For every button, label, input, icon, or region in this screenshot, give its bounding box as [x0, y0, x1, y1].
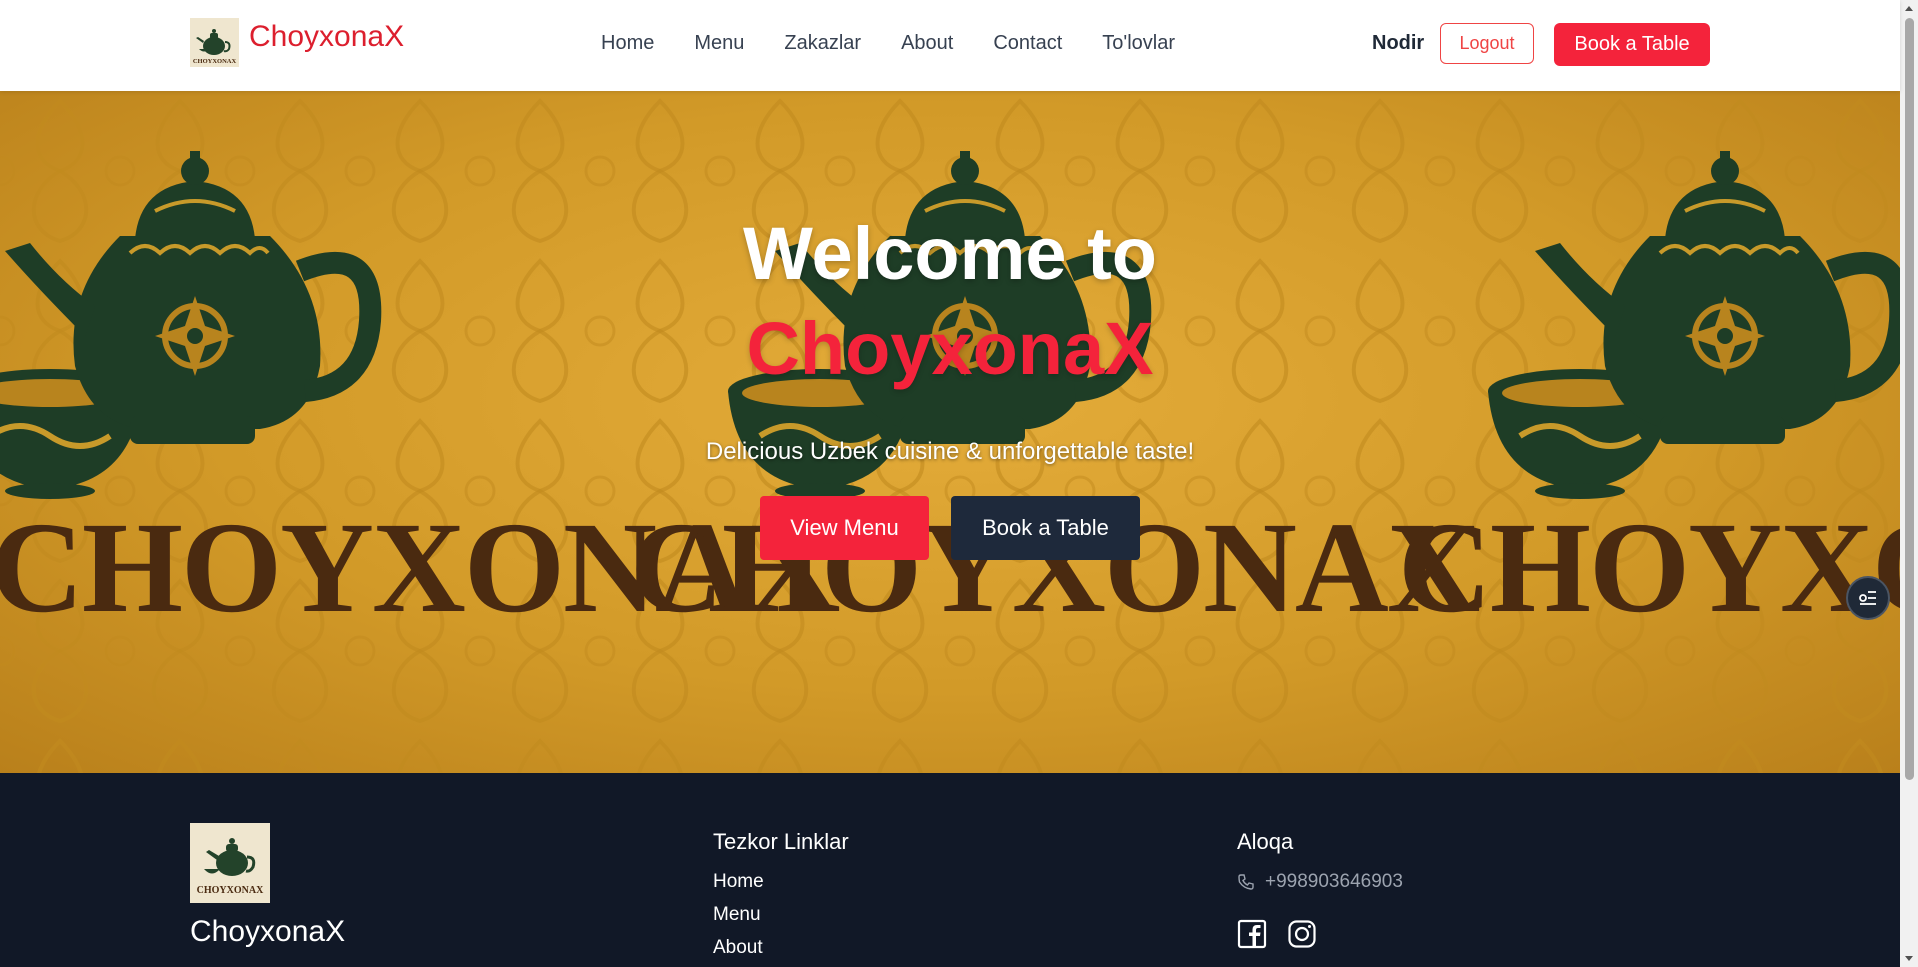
- phone-number[interactable]: +998903646903: [1265, 871, 1403, 893]
- main-nav: Home Menu Zakazlar About Contact To'lovl…: [601, 32, 1215, 55]
- view-menu-button[interactable]: View Menu: [760, 496, 929, 560]
- footer-link-home[interactable]: Home: [713, 871, 764, 893]
- phone-row[interactable]: +998903646903: [1237, 871, 1403, 893]
- nav-menu[interactable]: Menu: [694, 32, 744, 55]
- hero-background-image: CHOYXONAX CHOYXONAX CHOYXONAX: [0, 91, 1900, 773]
- svg-text:CHOYXONAX: CHOYXONAX: [193, 58, 237, 65]
- phone-icon: [1238, 874, 1254, 890]
- hero-title-brand: ChoyxonaX: [746, 307, 1154, 390]
- footer-link-about[interactable]: About: [713, 937, 763, 959]
- nav-tolovlar[interactable]: To'lovlar: [1102, 32, 1175, 55]
- quick-links-title: Tezkor Linklar: [713, 829, 849, 854]
- scroll-down-arrow-icon[interactable]: [1904, 953, 1914, 963]
- nav-zakazlar[interactable]: Zakazlar: [784, 32, 861, 55]
- brand-logo: CHOYXONAX: [190, 18, 239, 67]
- list-settings-icon: [1859, 591, 1876, 605]
- instagram-icon[interactable]: [1287, 919, 1317, 949]
- scroll-up-arrow-icon[interactable]: [1904, 4, 1914, 14]
- svg-text:CHOYXONAX: CHOYXONAX: [1398, 496, 1900, 640]
- brand-name[interactable]: ChoyxonaX: [249, 20, 404, 54]
- hero-section: CHOYXONAX CHOYXONAX CHOYXONAX Welcome to…: [0, 91, 1900, 773]
- book-table-button[interactable]: Book a Table: [1554, 23, 1710, 66]
- footer-link-menu[interactable]: Menu: [713, 904, 761, 926]
- floating-menu-button[interactable]: [1846, 576, 1890, 620]
- hero-title: Welcome to: [743, 212, 1157, 295]
- facebook-icon[interactable]: [1237, 919, 1267, 949]
- nav-about[interactable]: About: [901, 32, 953, 55]
- user-name: Nodir: [1372, 32, 1425, 54]
- nav-home[interactable]: Home: [601, 32, 654, 55]
- nav-contact[interactable]: Contact: [993, 32, 1062, 55]
- footer-logo: CHOYXONAX: [190, 823, 270, 903]
- top-navbar: CHOYXONAX ChoyxonaX Home Menu Zakazlar A…: [0, 0, 1900, 91]
- footer-brand-name: ChoyxonaX: [190, 915, 346, 948]
- hero-book-table-button[interactable]: Book a Table: [951, 496, 1140, 560]
- svg-text:CHOYXONAX: CHOYXONAX: [197, 885, 264, 896]
- hero-subtitle: Delicious Uzbek cuisine & unforgettable …: [705, 438, 1195, 465]
- contact-title: Aloqa: [1237, 829, 1294, 854]
- footer: CHOYXONAX ChoyxonaX Tezkor Linklar Home …: [0, 773, 1900, 967]
- scrollbar-thumb[interactable]: [1905, 18, 1914, 780]
- logout-button[interactable]: Logout: [1440, 23, 1534, 64]
- brand[interactable]: CHOYXONAX ChoyxonaX: [190, 18, 404, 67]
- page-scrollbar[interactable]: [1900, 0, 1918, 967]
